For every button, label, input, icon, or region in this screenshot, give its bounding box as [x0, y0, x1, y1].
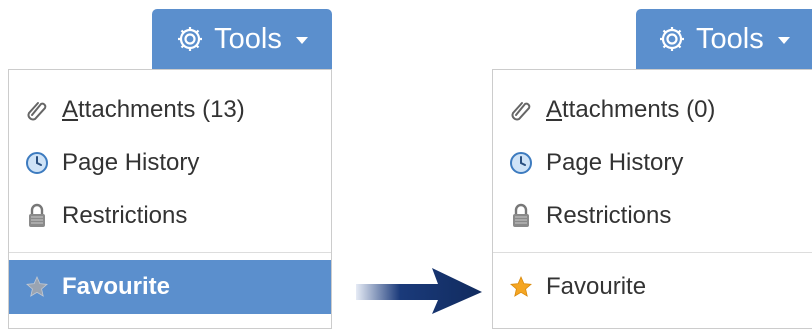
page-history-label: Page History: [62, 149, 200, 176]
tools-label: Tools: [696, 22, 764, 55]
star-icon: [25, 274, 49, 300]
attachments-label: Attachments (0): [546, 96, 716, 123]
menu-item-page-history[interactable]: Page History: [493, 139, 812, 187]
attachments-label: Attachments (13): [62, 96, 245, 123]
menu-item-page-history[interactable]: Page History: [9, 139, 331, 187]
menu-item-attachments[interactable]: Attachments (13): [9, 86, 331, 134]
favourite-label: Favourite: [546, 273, 647, 300]
menu-item-favourite[interactable]: Favourite: [493, 260, 812, 314]
clock-icon: [509, 150, 533, 176]
tools-panel-before: Tools Attachments (13) Page History Rest…: [8, 0, 333, 329]
chevron-down-icon: [777, 36, 790, 44]
restrictions-label: Restrictions: [546, 202, 672, 229]
favourite-label: Favourite: [62, 273, 171, 300]
lock-icon: [25, 203, 49, 229]
tools-menu: Attachments (0) Page History Restriction…: [492, 69, 812, 329]
clock-icon: [25, 150, 49, 176]
gear-icon: [658, 25, 686, 53]
menu-item-attachments[interactable]: Attachments (0): [493, 86, 812, 134]
tools-label: Tools: [214, 22, 282, 55]
menu-divider: [9, 252, 331, 253]
paperclip-icon: [509, 97, 533, 123]
page-history-label: Page History: [546, 149, 684, 176]
tools-panel-after: Tools Attachments (0) Page History Restr…: [492, 0, 812, 329]
gear-icon: [176, 25, 204, 53]
tools-menu: Attachments (13) Page History Restrictio…: [8, 69, 332, 329]
menu-item-restrictions[interactable]: Restrictions: [9, 192, 331, 240]
restrictions-label: Restrictions: [62, 202, 188, 229]
star-icon: [509, 274, 533, 300]
menu-item-favourite[interactable]: Favourite: [9, 260, 331, 314]
arrow-right-icon: [356, 262, 484, 318]
chevron-down-icon: [295, 36, 308, 44]
menu-divider: [493, 252, 812, 253]
tools-button[interactable]: Tools: [636, 9, 812, 69]
lock-icon: [509, 203, 533, 229]
paperclip-icon: [25, 97, 49, 123]
menu-item-restrictions[interactable]: Restrictions: [493, 192, 812, 240]
tools-button[interactable]: Tools: [152, 9, 332, 69]
